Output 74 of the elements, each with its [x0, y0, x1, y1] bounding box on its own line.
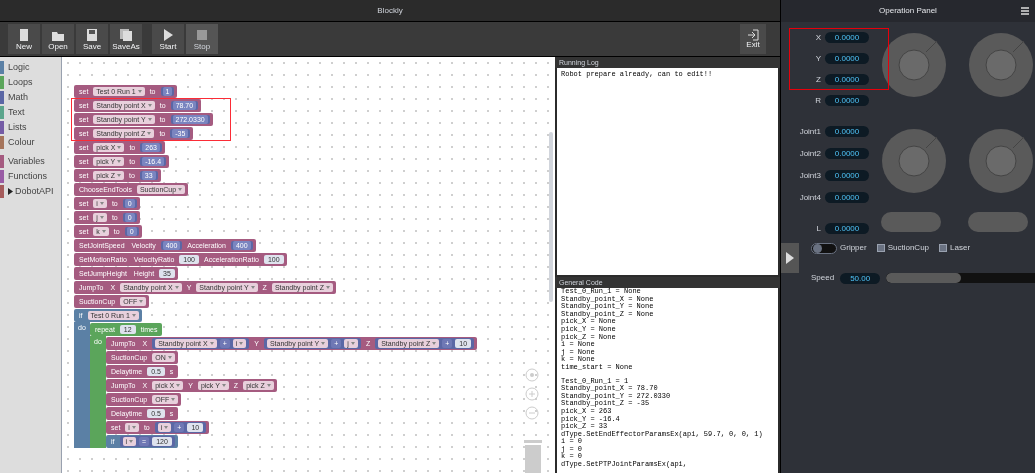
category-item[interactable]: Text: [0, 105, 61, 120]
jog-wheel-drawing[interactable]: [968, 32, 1034, 98]
toolbar-button[interactable]: Save: [76, 24, 108, 54]
value-readout: 50.00: [840, 272, 881, 284]
checkbox[interactable]: [939, 244, 948, 252]
zoom-out-icon: [525, 406, 539, 420]
checkbox[interactable]: [876, 244, 885, 252]
play-icon: [786, 252, 794, 264]
toolbar-button[interactable]: Start: [152, 24, 184, 54]
coordinate-label: Z: [815, 75, 821, 84]
value-readout: 0.0000: [825, 53, 869, 64]
category-item[interactable]: Math: [0, 90, 61, 105]
stop-icon: [195, 27, 209, 42]
value-readout: 0.0000: [825, 95, 869, 106]
coordinate-label: Joint4: [798, 193, 821, 202]
category-label: Math: [8, 90, 28, 104]
toggle-switch[interactable]: [811, 242, 837, 254]
category-item[interactable]: Variables: [0, 154, 61, 169]
category-label: Loops: [8, 75, 33, 89]
checkbox-label: SuctionCup: [887, 242, 930, 254]
category-item[interactable]: Loops: [0, 75, 61, 90]
exit-button[interactable]: Exit: [740, 24, 766, 54]
coordinate-label: Y: [814, 54, 821, 63]
save-icon: [85, 27, 99, 42]
category-label: Lists: [8, 120, 27, 134]
checkbox-label: Laser: [950, 242, 971, 254]
value-readout: 0.0000: [825, 126, 869, 137]
jog-button[interactable]: [968, 212, 1028, 232]
coordinate-label: R: [814, 96, 821, 105]
trash-icon: [522, 440, 544, 473]
panel-title: Operation Panel: [879, 5, 937, 17]
speed-slider[interactable]: [886, 273, 1035, 283]
exit-icon: [747, 29, 759, 41]
zoom-reset-icon: [525, 368, 539, 382]
coordinate-label: L: [815, 224, 821, 233]
jog-wheel-drawing[interactable]: [881, 32, 947, 98]
category-item[interactable]: Functions: [0, 169, 61, 184]
jog-wheel-drawing[interactable]: [881, 128, 947, 194]
category-item[interactable]: DobotAPI: [0, 184, 61, 199]
scrollbar[interactable]: [549, 132, 553, 302]
expand-arrow-icon: [8, 188, 13, 195]
value-readout: 0.0000: [825, 170, 869, 181]
category-label: Colour: [8, 135, 35, 149]
category-item[interactable]: Colour: [0, 135, 61, 150]
value-readout: 0.0000: [825, 148, 869, 159]
toolbar-button[interactable]: Open: [42, 24, 74, 54]
category-label: Logic: [8, 60, 30, 74]
play-icon: [161, 27, 175, 42]
category-item[interactable]: Logic: [0, 60, 61, 75]
panel-toggle-tab[interactable]: [781, 243, 799, 273]
value-readout: 0.0000: [825, 223, 869, 234]
category-label: Text: [8, 105, 25, 119]
coordinate-label: Joint3: [798, 171, 821, 180]
checkbox-label: Gripper: [840, 242, 867, 254]
toolbar-button[interactable]: SaveAs: [110, 24, 142, 54]
menu-icon[interactable]: [1021, 7, 1029, 15]
file-icon: [17, 27, 31, 42]
category-item[interactable]: Lists: [0, 120, 61, 135]
value-readout: 0.0000: [825, 192, 869, 203]
coordinate-label: Joint2: [798, 149, 821, 158]
value-readout: 0.0000: [825, 32, 869, 43]
window-title: Blockly: [377, 4, 403, 17]
zoom-in-icon: [525, 387, 539, 401]
value-readout: 0.0000: [825, 74, 869, 85]
jog-button[interactable]: [881, 212, 941, 232]
coordinate-label: X: [814, 33, 821, 42]
category-label: DobotAPI: [15, 184, 54, 198]
slider-label: Speed: [811, 272, 835, 284]
jog-wheel-drawing[interactable]: [968, 128, 1034, 194]
toolbar-button[interactable]: New: [8, 24, 40, 54]
coordinate-label: Joint1: [798, 127, 821, 136]
category-label: Variables: [8, 154, 45, 168]
category-label: Functions: [8, 169, 48, 183]
save-as-icon: [119, 27, 133, 42]
